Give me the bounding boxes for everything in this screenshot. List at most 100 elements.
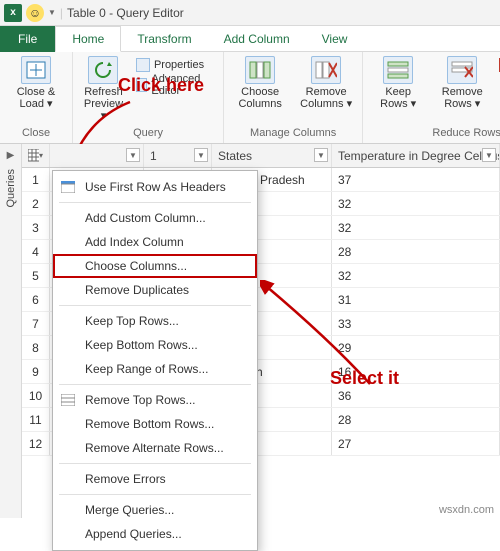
keep-rows-icon <box>383 56 413 84</box>
menu-choose-columns[interactable]: Choose Columns... <box>53 254 257 278</box>
row-index: 6 <box>22 288 50 311</box>
menu-remove-top-rows[interactable]: Remove Top Rows... <box>53 388 257 412</box>
grid-header-row: ▾ ▼ 1▼ States▼ Temperature in Degree Cel… <box>22 144 500 168</box>
row-index: 5 <box>22 264 50 287</box>
col-header-2[interactable]: 1▼ <box>144 144 212 167</box>
refresh-label: Refresh Preview ▾ <box>81 86 126 122</box>
col-header-states[interactable]: States▼ <box>212 144 332 167</box>
temp-filter-icon[interactable]: ▼ <box>482 148 496 162</box>
excel-icon: x <box>4 4 22 22</box>
grid-corner-menu[interactable]: ▾ <box>22 144 50 167</box>
row-index: 8 <box>22 336 50 359</box>
advanced-editor-button[interactable]: Advanced Editor <box>136 76 215 94</box>
row-index: 3 <box>22 216 50 239</box>
table-context-menu: Use First Row As Headers Add Custom Colu… <box>52 170 258 551</box>
properties-icon <box>136 58 150 72</box>
choose-columns-button[interactable]: Choose Columns <box>232 56 288 110</box>
remove-rows-label: Remove Rows ▾ <box>435 86 489 110</box>
ribbon-group-query: Refresh Preview ▾ Properties Advanced Ed… <box>73 52 224 143</box>
cell-temp[interactable]: 36 <box>332 384 500 407</box>
title-separator: | <box>60 6 63 20</box>
cell-temp[interactable]: 16 <box>332 360 500 383</box>
cell-temp[interactable]: 31 <box>332 288 500 311</box>
row-index: 1 <box>22 168 50 191</box>
cell-temp[interactable]: 28 <box>332 240 500 263</box>
title-bar: x ☺ ▼ | Table 0 - Query Editor <box>0 0 500 26</box>
table-icon <box>28 149 39 163</box>
close-and-load-button[interactable]: Close & Load ▾ <box>8 56 64 110</box>
ribbon-group-reduce-rows: Keep Rows ▾ Remove Rows ▾ Remove I Reduc… <box>363 52 500 143</box>
expand-queries-icon[interactable]: ▶ <box>7 150 15 161</box>
close-load-label: Close & Load ▾ <box>8 86 64 110</box>
ribbon-group-close: Close & Load ▾ Close <box>0 52 73 143</box>
group-label-query: Query <box>81 127 215 141</box>
menu-first-row-headers[interactable]: Use First Row As Headers <box>53 175 257 199</box>
remove-columns-button[interactable]: Remove Columns ▾ <box>298 56 354 110</box>
row-index: 9 <box>22 360 50 383</box>
cell-temp[interactable]: 32 <box>332 192 500 215</box>
group-label-close: Close <box>8 127 64 141</box>
keep-rows-button[interactable]: Keep Rows ▾ <box>371 56 425 110</box>
menu-append-queries[interactable]: Append Queries... <box>53 522 257 546</box>
tab-file[interactable]: File <box>0 26 55 52</box>
tab-add-column[interactable]: Add Column <box>208 26 306 52</box>
menu-add-index-column[interactable]: Add Index Column <box>53 230 257 254</box>
remove-rows-button[interactable]: Remove Rows ▾ <box>435 56 489 110</box>
row-index: 7 <box>22 312 50 335</box>
cell-temp[interactable]: 37 <box>332 168 500 191</box>
persona-icon[interactable]: ☺ <box>26 4 44 22</box>
window-title: Table 0 - Query Editor <box>67 6 184 20</box>
queries-pane-label: Queries <box>5 169 17 208</box>
menu-merge-queries[interactable]: Merge Queries... <box>53 498 257 522</box>
menu-keep-range-rows[interactable]: Keep Range of Rows... <box>53 357 257 381</box>
row-index: 12 <box>22 432 50 455</box>
remove-columns-icon <box>311 56 341 84</box>
row-index: 4 <box>22 240 50 263</box>
close-load-icon <box>21 56 51 84</box>
col2-filter-icon[interactable]: ▼ <box>194 148 208 162</box>
states-filter-icon[interactable]: ▼ <box>314 148 328 162</box>
advanced-editor-icon <box>136 78 147 92</box>
refresh-preview-button[interactable]: Refresh Preview ▾ <box>81 56 126 122</box>
cell-temp[interactable]: 29 <box>332 336 500 359</box>
cell-temp[interactable]: 28 <box>332 408 500 431</box>
choose-columns-icon <box>245 56 275 84</box>
remove-columns-label: Remove Columns ▾ <box>298 86 354 110</box>
col-header-temperature[interactable]: Temperature in Degree Celsius▼ <box>332 144 500 167</box>
cell-temp[interactable]: 32 <box>332 264 500 287</box>
cell-temp[interactable]: 32 <box>332 216 500 239</box>
group-label-manage-columns: Manage Columns <box>232 127 354 141</box>
tab-transform[interactable]: Transform <box>121 26 207 52</box>
remove-rows-icon <box>447 56 477 84</box>
choose-columns-label: Choose Columns <box>232 86 288 110</box>
group-label-reduce-rows: Reduce Rows <box>371 127 500 141</box>
tab-home[interactable]: Home <box>55 26 121 52</box>
row-index: 11 <box>22 408 50 431</box>
remove-rows-menu-icon <box>60 392 76 408</box>
watermark: wsxdn.com <box>439 504 494 516</box>
cell-temp[interactable]: 27 <box>332 432 500 455</box>
ribbon-group-manage-columns: Choose Columns Remove Columns ▾ Manage C… <box>224 52 363 143</box>
ribbon: Close & Load ▾ Close Refresh Preview ▾ P… <box>0 52 500 144</box>
tab-view[interactable]: View <box>306 26 364 52</box>
row-index: 2 <box>22 192 50 215</box>
menu-remove-errors[interactable]: Remove Errors <box>53 467 257 491</box>
table-header-icon <box>60 179 76 195</box>
queries-pane-collapsed[interactable]: ▶ Queries <box>0 144 22 518</box>
col1-filter-icon[interactable]: ▼ <box>126 148 140 162</box>
keep-rows-label: Keep Rows ▾ <box>371 86 425 110</box>
properties-label: Properties <box>154 59 204 71</box>
advanced-editor-label: Advanced Editor <box>151 73 215 97</box>
menu-remove-bottom-rows[interactable]: Remove Bottom Rows... <box>53 412 257 436</box>
menu-add-custom-column[interactable]: Add Custom Column... <box>53 206 257 230</box>
menu-keep-top-rows[interactable]: Keep Top Rows... <box>53 309 257 333</box>
col-header-1[interactable]: ▼ <box>50 144 144 167</box>
menu-remove-alternate-rows[interactable]: Remove Alternate Rows... <box>53 436 257 460</box>
row-index: 10 <box>22 384 50 407</box>
menu-remove-duplicates[interactable]: Remove Duplicates <box>53 278 257 302</box>
cell-temp[interactable]: 33 <box>332 312 500 335</box>
refresh-icon <box>88 56 118 84</box>
qat-dropdown[interactable]: ▼ <box>48 8 56 17</box>
properties-button[interactable]: Properties <box>136 56 215 74</box>
menu-keep-bottom-rows[interactable]: Keep Bottom Rows... <box>53 333 257 357</box>
